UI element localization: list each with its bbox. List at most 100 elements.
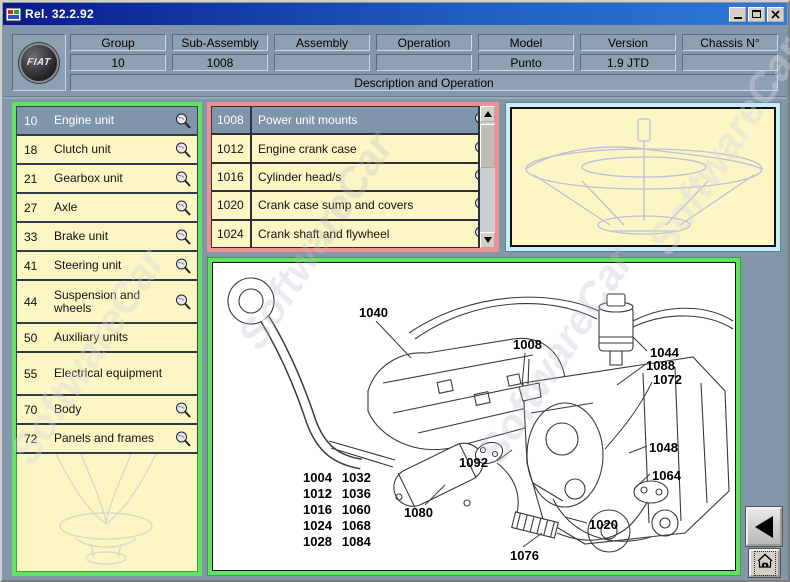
scroll-down-button[interactable] — [480, 232, 495, 248]
group-code: 41 — [24, 259, 54, 273]
group-row-steering-unit[interactable]: 41 Steering unit — [17, 252, 197, 281]
group-row-clutch-unit[interactable]: 18 Clutch unit — [17, 136, 197, 165]
ref-number: 1012 — [303, 487, 340, 501]
magnifier-icon[interactable] — [174, 112, 192, 130]
preview-panel — [505, 102, 781, 252]
magnifier-icon[interactable] — [174, 293, 192, 311]
group-code: 10 — [24, 114, 54, 128]
header-label-version: Version — [580, 34, 676, 51]
group-label: Body — [54, 403, 174, 416]
header-value-model: Punto — [478, 54, 574, 71]
assembly-label: Engine crank case — [252, 135, 470, 161]
assembly-row-cylinder-heads[interactable]: 1016 Cylinder head/s — [212, 164, 494, 192]
back-button[interactable] — [746, 507, 782, 546]
arrow-up-icon — [484, 111, 492, 117]
assembly-row-engine-crank-case[interactable]: 1012 Engine crank case — [212, 135, 494, 163]
group-code: 33 — [24, 230, 54, 244]
assembly-list-panel: 1008 Power unit mounts 1012 Engine crank… — [207, 102, 499, 252]
part-label: 1048 — [649, 440, 678, 455]
header-value-group: 10 — [70, 54, 166, 71]
magnifier-icon[interactable] — [174, 430, 192, 448]
header-divider — [4, 96, 786, 99]
group-label: Clutch unit — [54, 143, 174, 156]
scroll-track[interactable] — [480, 168, 495, 232]
close-button[interactable] — [767, 7, 784, 22]
group-code: 50 — [24, 331, 54, 345]
assembly-scrollbar[interactable] — [478, 106, 495, 248]
ref-number: 1036 — [342, 487, 379, 501]
part-label: 1040 — [359, 305, 388, 320]
home-car-icon — [754, 551, 776, 576]
assembly-label: Crank case sump and covers — [252, 192, 470, 218]
group-list: 10 Engine unit 18 Clutch unit 21 Gearbox… — [16, 106, 198, 454]
group-row-brake-unit[interactable]: 33 Brake unit — [17, 223, 197, 252]
group-row-auxiliary-units[interactable]: 50 Auxiliary units — [17, 324, 197, 353]
group-row-gearbox-unit[interactable]: 21 Gearbox unit — [17, 165, 197, 194]
group-row-panels-frames[interactable]: 72 Panels and frames — [17, 425, 197, 454]
ref-number: 1060 — [342, 503, 379, 517]
assembly-row-crank-case-sump[interactable]: 1020 Crank case sump and covers — [212, 192, 494, 220]
group-list-panel: 10 Engine unit 18 Clutch unit 21 Gearbox… — [12, 102, 202, 576]
group-label: Steering unit — [54, 259, 174, 272]
group-label: Engine unit — [54, 114, 174, 127]
magnifier-icon[interactable] — [174, 170, 192, 188]
group-label: Gearbox unit — [54, 172, 174, 185]
assembly-code: 1008 — [212, 107, 252, 133]
ref-number: 1068 — [342, 519, 379, 533]
group-row-suspension[interactable]: 44 Suspension and wheels — [17, 281, 197, 324]
back-arrow-icon — [755, 516, 773, 538]
part-label: 1072 — [653, 372, 682, 387]
window-title: Rel. 32.2.92 — [25, 7, 727, 21]
titlebar: Rel. 32.2.92 — [3, 3, 787, 25]
magnifier-icon[interactable] — [174, 228, 192, 246]
group-code: 55 — [24, 367, 54, 381]
header-label-assembly: Assembly — [274, 34, 370, 51]
diagram-canvas: 1040 1008 1044 1088 1072 1048 1064 1092 … — [212, 262, 736, 571]
scroll-thumb[interactable] — [480, 124, 495, 168]
arrow-down-icon — [484, 237, 492, 243]
ref-number: 1016 — [303, 503, 340, 517]
assembly-row-crank-shaft[interactable]: 1024 Crank shaft and flywheel — [212, 221, 494, 247]
close-icon — [771, 10, 780, 19]
minimize-button[interactable] — [729, 7, 746, 22]
group-code: 18 — [24, 143, 54, 157]
group-label: Electrical equipment — [54, 367, 192, 380]
header-label-model: Model — [478, 34, 574, 51]
group-code: 21 — [24, 172, 54, 186]
header-label-group: Group — [70, 34, 166, 51]
background-sketch — [16, 454, 198, 570]
minimize-icon — [734, 17, 742, 19]
engine-line-drawing — [213, 263, 736, 571]
diagram-panel: 1040 1008 1044 1088 1072 1048 1064 1092 … — [207, 257, 741, 576]
ref-number: 1032 — [342, 471, 379, 485]
scroll-up-button[interactable] — [480, 106, 495, 122]
part-label: 1088 — [646, 358, 675, 373]
magnifier-icon[interactable] — [174, 199, 192, 217]
group-label: Brake unit — [54, 230, 174, 243]
part-label: 1008 — [513, 337, 542, 352]
header-label-sub-assembly: Sub-Assembly — [172, 34, 268, 51]
part-label: 1064 — [652, 468, 681, 483]
reference-number-table: 10041032 10121036 10161060 10241068 1028… — [301, 469, 381, 551]
magnifier-icon[interactable] — [174, 257, 192, 275]
magnifier-icon[interactable] — [174, 401, 192, 419]
ref-number: 1004 — [303, 471, 340, 485]
header-value-chassis — [682, 54, 778, 71]
part-label: 1092 — [459, 455, 488, 470]
header-value-operation — [376, 54, 472, 71]
group-row-electrical[interactable]: 55 Electrical equipment — [17, 353, 197, 396]
preview-image — [510, 107, 776, 247]
home-button[interactable] — [749, 549, 780, 577]
group-label: Axle — [54, 201, 174, 214]
maximize-button[interactable] — [748, 7, 765, 22]
group-row-body[interactable]: 70 Body — [17, 396, 197, 425]
ref-number: 1084 — [342, 535, 379, 549]
group-row-engine-unit[interactable]: 10 Engine unit — [17, 107, 197, 136]
group-code: 70 — [24, 403, 54, 417]
assembly-code: 1012 — [212, 135, 252, 161]
assembly-label: Crank shaft and flywheel — [252, 221, 470, 247]
magnifier-icon[interactable] — [174, 141, 192, 159]
group-code: 27 — [24, 201, 54, 215]
assembly-row-power-unit-mounts[interactable]: 1008 Power unit mounts — [212, 107, 494, 135]
group-row-axle[interactable]: 27 Axle — [17, 194, 197, 223]
